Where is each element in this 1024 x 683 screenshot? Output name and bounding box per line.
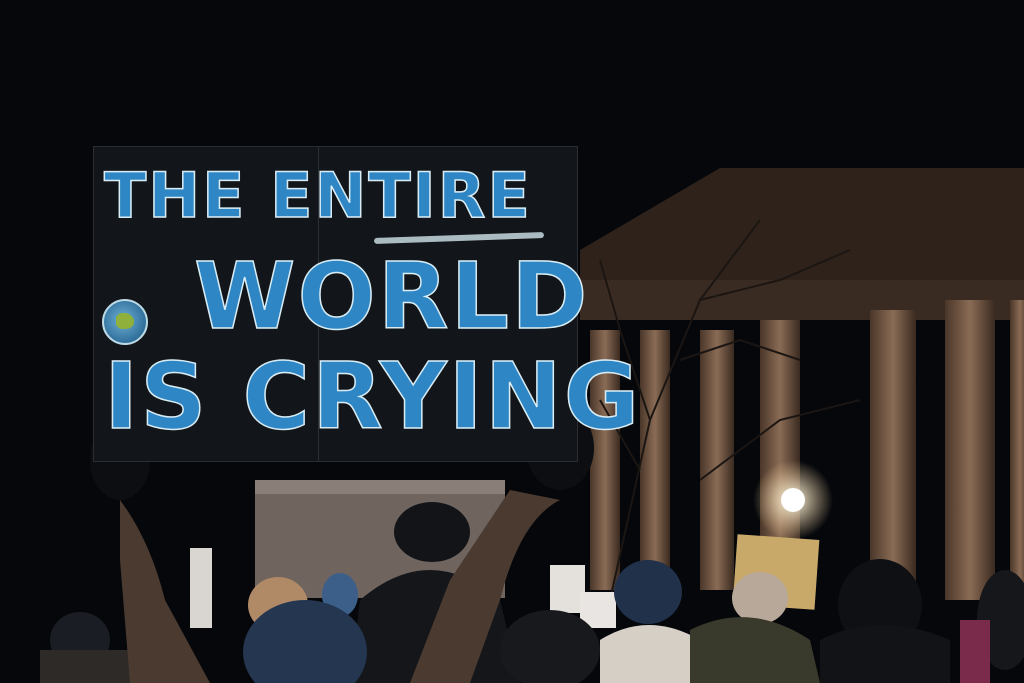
- protest-sign: THE ENTIRE WORLD IS CRYING: [93, 146, 642, 462]
- sign-line-2: WORLD: [193, 243, 590, 350]
- small-sign-middle: [550, 565, 585, 613]
- small-sign-left: [190, 548, 212, 628]
- protest-photo: THE ENTIRE WORLD IS CRYING: [0, 0, 1024, 683]
- street-lamp: [781, 488, 805, 512]
- earth-icon: [102, 299, 148, 345]
- sign-line-3: IS CRYING: [103, 343, 642, 450]
- sign-line-1: THE ENTIRE: [103, 159, 532, 232]
